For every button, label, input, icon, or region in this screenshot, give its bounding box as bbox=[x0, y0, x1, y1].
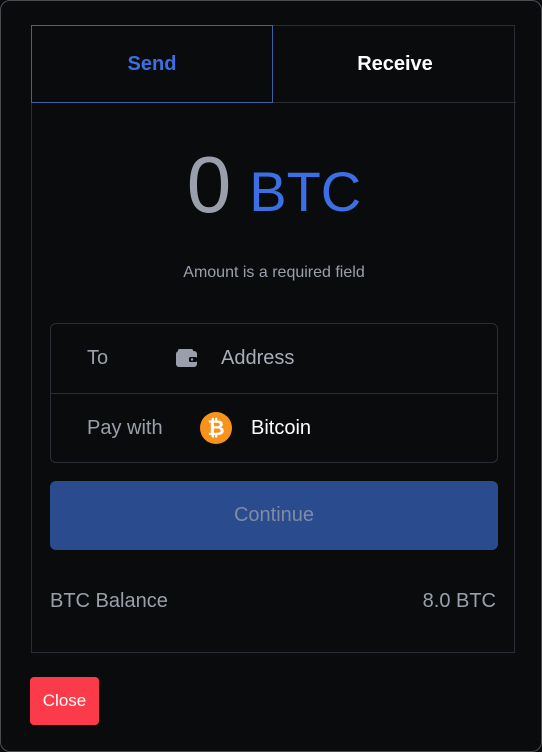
amount-value[interactable]: 0 bbox=[187, 140, 232, 229]
page: Send Receive 0 BTC Amount is a required f… bbox=[0, 0, 542, 752]
wallet-icon bbox=[176, 349, 197, 367]
bitcoin-icon: ₿ bbox=[200, 412, 232, 444]
address-input[interactable]: Address bbox=[221, 347, 294, 370]
tab-receive[interactable]: Receive bbox=[274, 26, 516, 103]
balance-value: 8.0 BTC bbox=[422, 590, 496, 612]
pay-with-row[interactable]: Pay with ₿ Bitcoin bbox=[51, 394, 497, 463]
to-label: To bbox=[87, 347, 109, 369]
amount-display[interactable]: 0 BTC bbox=[32, 139, 516, 231]
amount-error-message: Amount is a required field bbox=[183, 264, 365, 281]
balance-label: BTC Balance bbox=[50, 590, 168, 612]
svg-text:₿: ₿ bbox=[207, 416, 224, 440]
send-receive-modal: Send Receive 0 BTC Amount is a required f… bbox=[0, 0, 542, 752]
close-button[interactable]: Close bbox=[30, 677, 99, 725]
continue-button[interactable]: Continue bbox=[50, 481, 498, 550]
to-row[interactable]: To Address bbox=[51, 324, 497, 394]
tab-send[interactable]: Send bbox=[31, 25, 273, 103]
transfer-panel: Send Receive 0 BTC Amount is a required f… bbox=[31, 25, 516, 653]
tab-bar: Send Receive bbox=[31, 25, 516, 103]
transfer-form: To Address Pay with ₿ Bitcoin bbox=[50, 323, 498, 463]
pay-with-value[interactable]: Bitcoin bbox=[251, 417, 311, 440]
amount-unit: BTC bbox=[249, 159, 362, 223]
pay-with-label: Pay with bbox=[87, 417, 163, 439]
